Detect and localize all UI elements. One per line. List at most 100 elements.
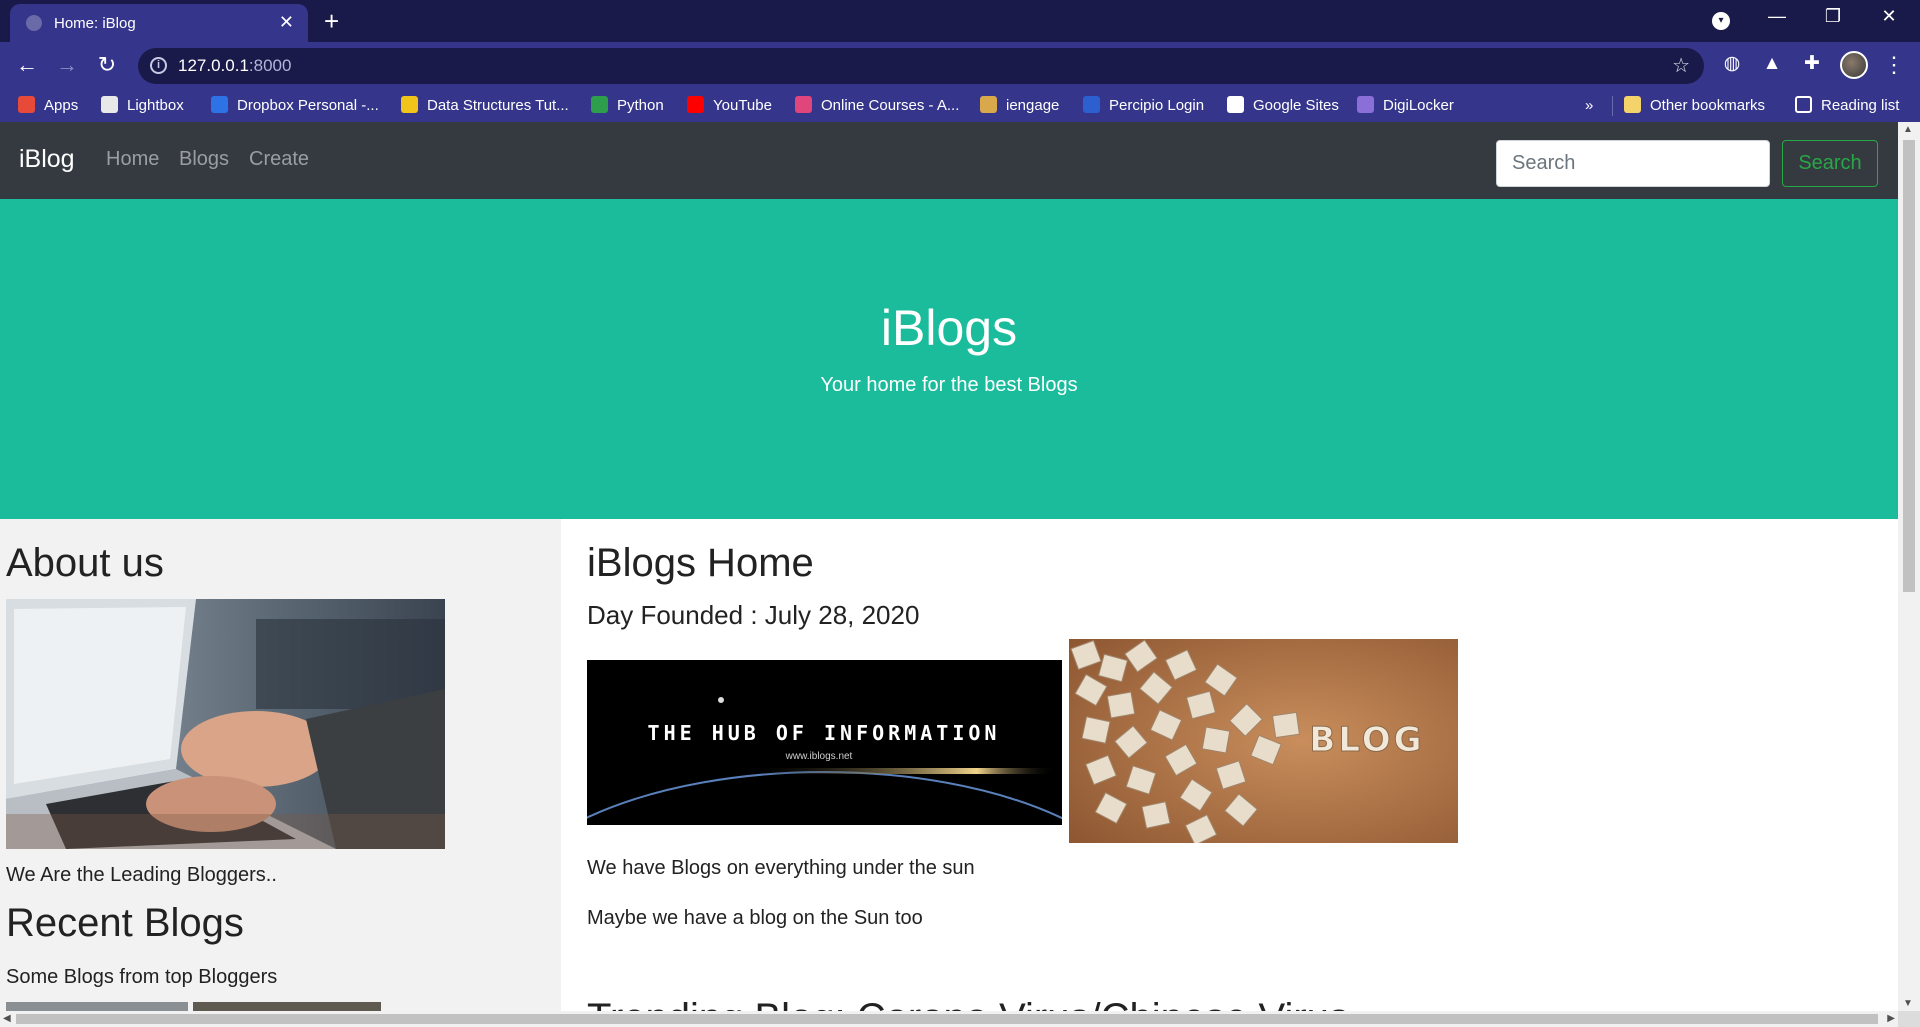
- bookmark-label: Online Courses - A...: [821, 97, 960, 114]
- bookmark-label: Data Structures Tut...: [427, 97, 569, 114]
- bookmark-item[interactable]: Data Structures Tut...: [401, 96, 569, 116]
- restore-button[interactable]: ❐: [1813, 6, 1853, 27]
- scroll-right-arrow-icon[interactable]: ▶: [1887, 1013, 1895, 1024]
- vpn-extension-icon[interactable]: ▲: [1760, 52, 1784, 76]
- about-caption: We Are the Leading Bloggers..: [6, 864, 277, 886]
- laptop-typing-image: [6, 599, 445, 849]
- bookmark-item[interactable]: Apps: [18, 96, 78, 116]
- bookmark-item[interactable]: Python: [591, 96, 664, 116]
- site-info-icon[interactable]: i: [150, 57, 167, 74]
- gfg-icon: [401, 96, 418, 113]
- tab-close-icon[interactable]: ✕: [279, 12, 294, 33]
- bookmark-item[interactable]: Google Sites: [1227, 96, 1339, 116]
- new-tab-button[interactable]: +: [324, 6, 339, 37]
- hero-subtitle: Your home for the best Blogs: [820, 374, 1078, 396]
- browser-menu-icon[interactable]: ⋮: [1883, 52, 1905, 78]
- search-input[interactable]: [1496, 140, 1770, 187]
- about-heading: About us: [6, 541, 164, 585]
- browser-tab-active[interactable]: Home: iBlog ✕: [10, 4, 308, 42]
- bookmark-label: Python: [617, 97, 664, 114]
- nav-link-blogs[interactable]: Blogs: [179, 148, 229, 171]
- bookmark-label: DigiLocker: [1383, 97, 1454, 114]
- nav-link-create[interactable]: Create: [249, 148, 309, 171]
- main-heading: iBlogs Home: [587, 541, 814, 585]
- globe-icon: [101, 96, 118, 113]
- horizontal-scrollbar[interactable]: ◀ ▶: [0, 1011, 1898, 1027]
- main-paragraph-2: Maybe we have a blog on the Sun too: [587, 907, 923, 929]
- bookmark-item[interactable]: YouTube: [687, 96, 772, 116]
- apps-grid-icon: [18, 96, 35, 113]
- percipio-icon: [1083, 96, 1100, 113]
- bookmark-star-icon[interactable]: ☆: [1672, 53, 1690, 78]
- blog-word: BLOG: [1309, 720, 1424, 760]
- bookmark-label: iengage: [1006, 97, 1060, 114]
- hub-of-information-banner: THE HUB OF INFORMATION www.iblogs.net: [587, 660, 1062, 825]
- iengage-icon: [980, 96, 997, 113]
- bookmarks-bar: Apps Lightbox Dropbox Personal -... Data St…: [0, 90, 1920, 122]
- nav-link-home[interactable]: Home: [106, 148, 159, 171]
- reload-button[interactable]: ↻: [92, 52, 122, 78]
- page-viewport: iBlog Home Blogs Create Search iBlogs Yo…: [0, 122, 1898, 1011]
- url-text: 127.0.0.1:8000: [178, 56, 291, 76]
- translate-extension-icon[interactable]: ◍: [1720, 52, 1744, 76]
- bookmark-label: YouTube: [713, 97, 772, 114]
- hero-banner: iBlogs Your home for the best Blogs: [0, 199, 1898, 519]
- bookmark-item[interactable]: iengage: [980, 96, 1059, 116]
- vertical-scroll-thumb[interactable]: [1903, 140, 1915, 592]
- youtube-icon: [687, 96, 704, 113]
- w3-icon: [591, 96, 608, 113]
- extensions-puzzle-icon[interactable]: ✚: [1800, 52, 1824, 76]
- horizontal-scroll-thumb[interactable]: [16, 1014, 1878, 1024]
- hero-title: iBlogs: [880, 300, 1018, 356]
- site-brand[interactable]: iBlog: [19, 145, 75, 174]
- bookmark-label: Apps: [44, 97, 79, 114]
- scroll-left-arrow-icon[interactable]: ◀: [3, 1013, 11, 1024]
- bookmark-label: Lightbox: [127, 97, 184, 114]
- minimize-button[interactable]: —: [1757, 6, 1797, 27]
- reading-list-label: Reading list: [1821, 97, 1900, 114]
- other-bookmarks-folder[interactable]: Other bookmarks: [1624, 96, 1765, 116]
- folder-icon: [1624, 96, 1641, 113]
- hub-banner-text: THE HUB OF INFORMATION: [648, 721, 1001, 745]
- search-button[interactable]: Search: [1782, 140, 1878, 187]
- reading-list-icon: [1795, 96, 1812, 113]
- recent-blog-thumbnail[interactable]: [6, 1002, 188, 1011]
- recent-blog-thumbnail[interactable]: [193, 1002, 381, 1011]
- scrollbar-corner: [1898, 1011, 1920, 1027]
- address-bar[interactable]: i 127.0.0.1:8000 ☆: [138, 48, 1704, 84]
- back-button[interactable]: ←: [12, 52, 42, 78]
- udemy-icon: [795, 96, 812, 113]
- bookmark-label: Percipio Login: [1109, 97, 1205, 114]
- main-paragraph-1: We have Blogs on everything under the su…: [587, 857, 975, 879]
- dropbox-icon: [211, 96, 228, 113]
- browser-toolbar: ← → ↻ i 127.0.0.1:8000 ☆: [0, 42, 1920, 90]
- other-bookmarks-label: Other bookmarks: [1650, 97, 1766, 114]
- more-bookmarks-button[interactable]: »: [1585, 96, 1593, 116]
- tab-search-icon[interactable]: ▾: [1712, 12, 1730, 30]
- bookmark-item[interactable]: Percipio Login: [1083, 96, 1204, 116]
- recent-blogs-heading: Recent Blogs: [6, 901, 244, 945]
- browser-tabstrip: Home: iBlog ✕ + ▾ — ❐ ✕: [0, 0, 1920, 42]
- recent-blogs-subtitle: Some Blogs from top Bloggers: [6, 966, 278, 988]
- globe-favicon-icon: [26, 15, 42, 31]
- trending-blog-heading[interactable]: Trending Blog: Corona Virus/Chinese Viru…: [587, 996, 1349, 1011]
- profile-avatar[interactable]: [1840, 51, 1868, 79]
- close-window-button[interactable]: ✕: [1869, 6, 1909, 27]
- url-host: 127.0.0.1: [178, 56, 249, 75]
- bookmark-label: Google Sites: [1253, 97, 1339, 114]
- site-navbar: iBlog Home Blogs Create Search: [0, 122, 1898, 199]
- sidebar: About us We Are the Leading Bloggers.. R…: [0, 519, 561, 1011]
- hub-banner-url: www.iblogs.net: [785, 751, 853, 762]
- vertical-scrollbar[interactable]: ▲ ▼: [1898, 122, 1920, 1011]
- bookmark-label: Dropbox Personal -...: [237, 97, 379, 114]
- bookmark-item[interactable]: Lightbox: [101, 96, 184, 116]
- forward-button[interactable]: →: [52, 52, 82, 78]
- bookmark-item[interactable]: Dropbox Personal -...: [211, 96, 379, 116]
- bookmark-item[interactable]: DigiLocker: [1357, 96, 1454, 116]
- reading-list-button[interactable]: Reading list: [1795, 96, 1899, 116]
- main-content: iBlogs Home Day Founded : July 28, 2020 …: [561, 519, 1898, 1011]
- scroll-down-arrow-icon[interactable]: ▼: [1903, 998, 1913, 1009]
- scroll-up-arrow-icon[interactable]: ▲: [1903, 124, 1913, 135]
- google-sites-icon: [1227, 96, 1244, 113]
- bookmark-item[interactable]: Online Courses - A...: [795, 96, 959, 116]
